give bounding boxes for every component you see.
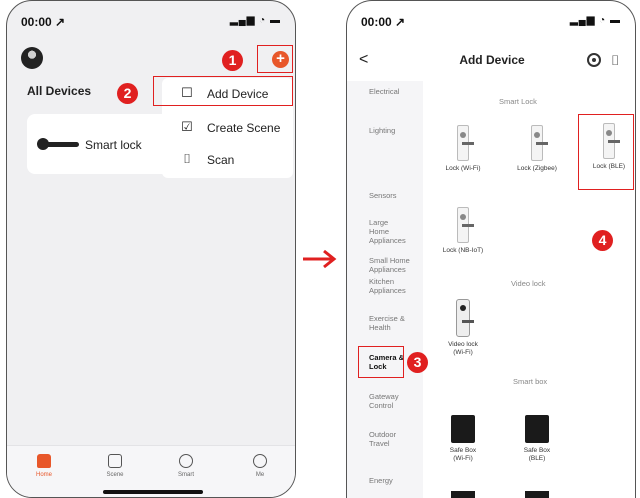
device-name: Smart lock <box>85 138 142 152</box>
menu-item-label: Create Scene <box>207 121 281 135</box>
safe-box-icon <box>451 415 475 443</box>
me-icon <box>253 454 267 468</box>
section-video-lock: Video lock <box>511 279 546 288</box>
category-small-home-appliances[interactable]: Small Home Appliances <box>369 256 419 274</box>
device-item-label: Video lock (Wi-Fi) <box>448 341 478 356</box>
smart-icon <box>179 454 193 468</box>
device-item-video-lock-wifi[interactable]: Video lock (Wi-Fi) <box>433 299 493 357</box>
all-devices-title[interactable]: All Devices <box>27 84 91 98</box>
callout-badge: 1 <box>222 50 243 71</box>
smart-lock-icon <box>37 138 79 150</box>
home-indicator <box>103 490 203 494</box>
menu-item-label: Scan <box>207 153 235 167</box>
auto-scan-icon[interactable] <box>587 53 601 67</box>
device-item-lock-nbiot[interactable]: Lock (NB-IoT) <box>433 207 493 255</box>
highlight-plus-button <box>257 45 293 73</box>
status-system-icons: ▂▄▆ ◔ ▬ <box>229 15 281 26</box>
category-electrical[interactable]: Electrical <box>369 87 399 96</box>
safe-box-icon <box>451 491 475 498</box>
callout-badge: 4 <box>592 230 613 251</box>
safe-box-icon <box>525 415 549 443</box>
phone-add-device-screen: 00:00 ↗ ▂▄▆ ◔ ▬ < Add Device ⌷ Electrica… <box>346 0 636 498</box>
menu-item-scan[interactable]: ⌷ Scan <box>162 146 293 174</box>
status-bar: 00:00 ↗ ▂▄▆ ◔ ▬ <box>21 15 281 31</box>
lock-icon <box>531 125 548 161</box>
category-kitchen-appliances[interactable]: Kitchen Appliances <box>369 277 409 295</box>
highlight-camera-lock <box>358 346 404 378</box>
device-item-label: Lock (Zigbee) <box>517 165 557 172</box>
device-item-label: Safe Box (BLE) <box>523 447 551 462</box>
create-scene-icon: ☑ <box>181 119 193 134</box>
device-item-lock-zigbee[interactable]: Lock (Zigbee) <box>507 125 567 173</box>
device-item-safe-box-wifi[interactable]: Safe Box (Wi-Fi) <box>433 415 493 463</box>
home-icon <box>37 454 51 468</box>
tab-label: Smart <box>177 472 194 478</box>
category-outdoor-travel[interactable]: Outdoor Travel <box>369 430 409 448</box>
device-card-smart-lock[interactable]: Smart lock <box>27 114 179 174</box>
device-item-safe-box-ble[interactable]: Safe Box (BLE) <box>507 415 567 463</box>
status-bar: 00:00 ↗ ▂▄▆ ◔ ▬ <box>361 15 621 31</box>
lock-icon <box>457 207 474 243</box>
section-smart-box: Smart box <box>513 377 548 386</box>
category-lighting[interactable]: Lighting <box>369 126 395 135</box>
tab-label: Scene <box>106 472 124 478</box>
safe-box-icon <box>525 491 549 498</box>
menu-item-create-scene[interactable]: ☑ Create Scene <box>162 114 293 142</box>
category-energy[interactable]: Energy <box>369 476 393 485</box>
tab-me[interactable]: Me <box>235 454 285 478</box>
category-sensors[interactable]: Sensors <box>369 191 397 200</box>
category-gateway-control[interactable]: Gateway Control <box>369 392 409 410</box>
avatar[interactable] <box>21 47 43 69</box>
phone-home-screen: 00:00 ↗ ▂▄▆ ◔ ▬ + All Devices Smart lock… <box>6 0 296 498</box>
arrow-right-icon <box>303 249 337 269</box>
device-item-label: Safe Box (Wi-Fi) <box>449 447 477 462</box>
lock-icon <box>457 125 474 161</box>
scan-icon: ⌷ <box>183 151 191 166</box>
video-lock-icon <box>456 299 474 337</box>
scene-icon <box>108 454 122 468</box>
section-smart-lock: Smart Lock <box>499 97 537 106</box>
status-system-icons: ▂▄▆ ◔ ▬ <box>569 15 621 26</box>
highlight-lock-ble <box>578 114 634 190</box>
tab-scene[interactable]: Scene <box>90 454 140 478</box>
category-sidebar: Electrical Lighting Sensors Large Home A… <box>347 81 423 498</box>
highlight-add-device <box>153 76 293 106</box>
tab-label: Home <box>35 472 52 478</box>
callout-badge: 2 <box>117 83 138 104</box>
status-time: 00:00 ↗ <box>21 15 66 29</box>
device-item-lock-wifi[interactable]: Lock (Wi-Fi) <box>433 125 493 173</box>
category-exercise-health[interactable]: Exercise & Health <box>369 314 409 332</box>
tab-home[interactable]: Home <box>19 454 69 478</box>
status-time: 00:00 ↗ <box>361 15 406 29</box>
device-item-label: Lock (NB-IoT) <box>442 247 484 254</box>
device-item-label: Lock (Wi-Fi) <box>445 165 481 172</box>
callout-badge: 3 <box>407 352 428 373</box>
scan-icon[interactable]: ⌷ <box>611 52 619 69</box>
tab-label: Me <box>255 472 265 478</box>
tab-smart[interactable]: Smart <box>161 454 211 478</box>
category-large-home-appliances[interactable]: Large Home Appliances <box>369 218 409 245</box>
